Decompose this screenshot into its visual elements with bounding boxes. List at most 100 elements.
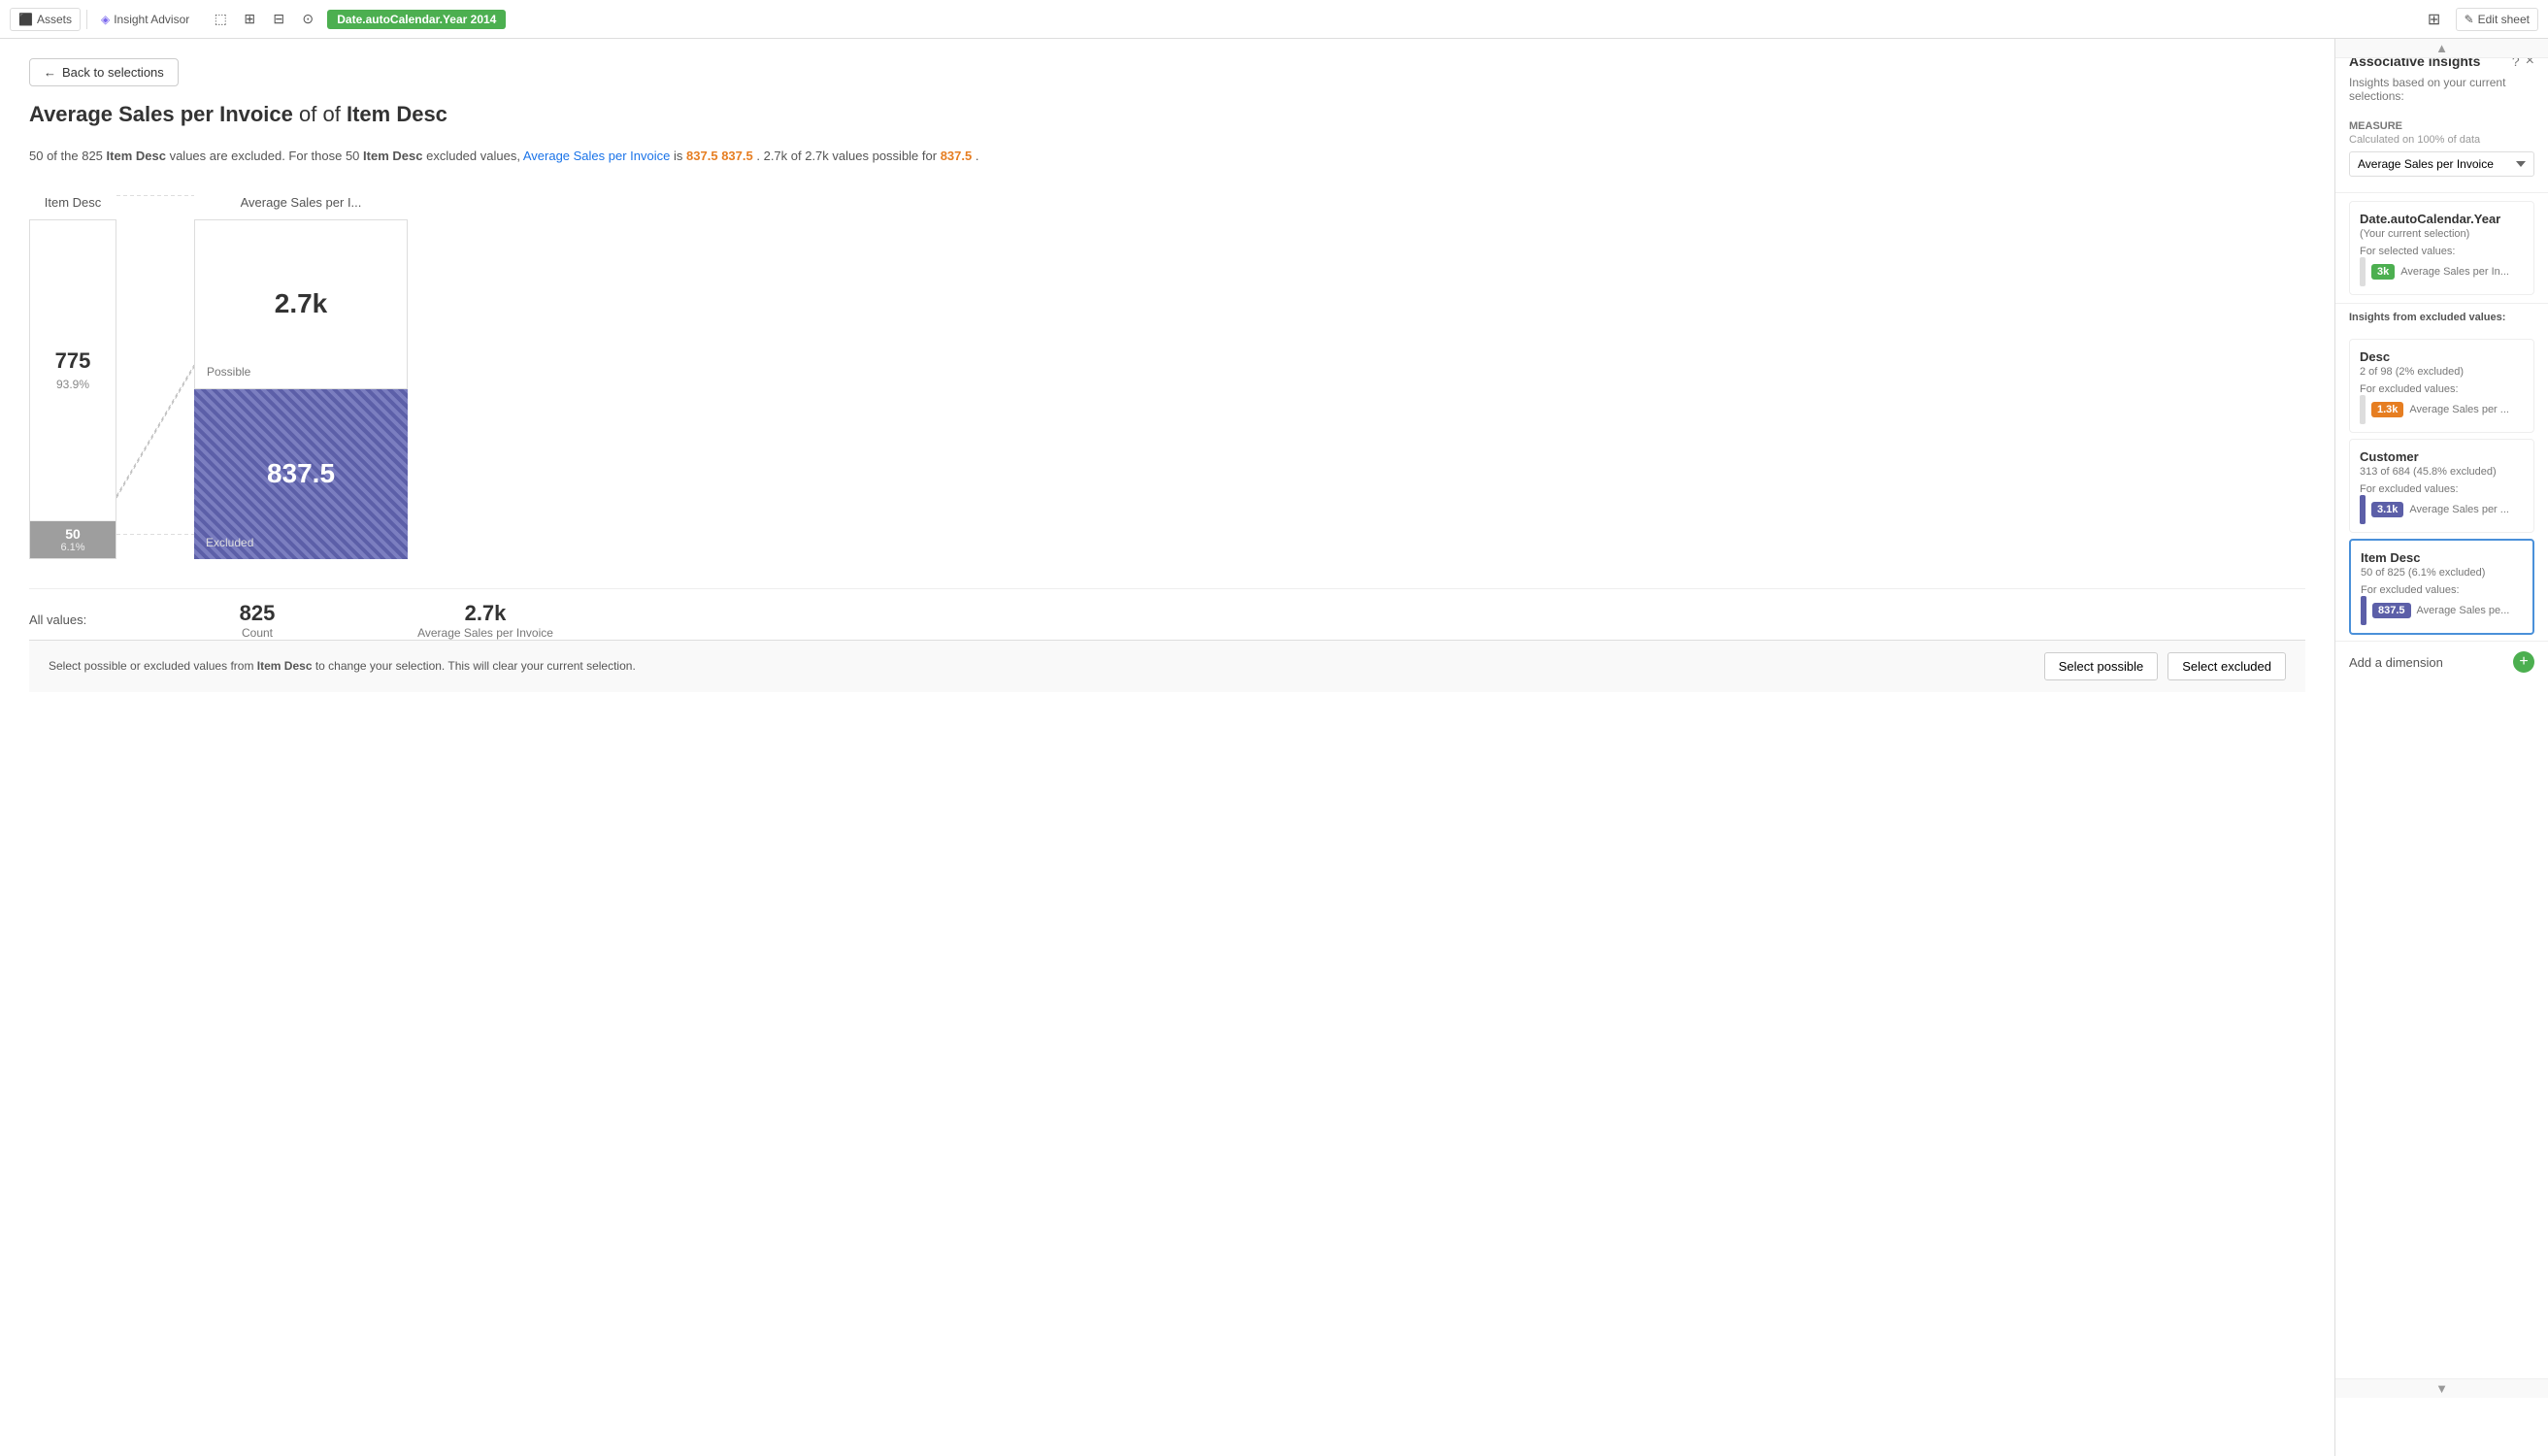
selection-card-title: Date.autoCalendar.Year [2360,212,2524,226]
focus-tool[interactable]: ⊙ [294,6,321,33]
bar-excluded-value: 50 [65,526,81,542]
edit-sheet-button[interactable]: ✎ Edit sheet [2456,8,2538,31]
measure-section: Measure Calculated on 100% of data Avera… [2335,113,2548,184]
desc-prefix: 50 of the 825 [29,149,103,163]
customer-card-for: For excluded values: [2360,483,2524,495]
item-desc-bar-mini [2361,596,2366,625]
possible-box: 2.7k Possible [194,219,408,389]
excluded-box-value: 837.5 [267,458,335,489]
desc-card-title: Desc [2360,349,2524,364]
excluded-box: 837.5 Excluded [194,389,408,559]
desc-value1: 837.5 [686,149,718,163]
select-possible-button[interactable]: Select possible [2044,652,2158,680]
all-values-count-value: 825 [240,601,276,626]
all-values-avg-value: 2.7k [465,601,507,626]
value-boxes-column: Average Sales per I... 2.7k Possible 837… [194,195,408,559]
bottom-text-prefix: Select possible or excluded values from [49,659,253,673]
excluded-label: Insights from excluded values: [2349,312,2534,323]
main-layout: ← Back to selections Average Sales per I… [0,39,2548,1456]
title-part1: Average Sales per Invoice [29,102,293,126]
all-values-avg: 2.7k Average Sales per Invoice [379,601,592,640]
customer-bar-mini [2360,495,2366,524]
insight-description: 50 of the 825 Item Desc values are exclu… [29,147,2305,166]
selection-card-for: For selected values: [2360,246,2524,257]
main-content: ← Back to selections Average Sales per I… [0,39,2334,1456]
add-dimension-button[interactable]: + [2513,651,2534,673]
insight-card-customer[interactable]: Customer 313 of 684 (45.8% excluded) For… [2349,439,2534,533]
desc-badge-row: 1.3k Average Sales per ... [2360,395,2524,424]
assets-tab[interactable]: ⬛ Assets [10,8,81,31]
desc-bar-mini [2360,395,2366,424]
assets-icon: ⬛ [18,13,33,26]
grid-view-icon[interactable]: ⊞ [2421,6,2448,33]
item-desc-card-title: Item Desc [2361,550,2523,565]
bottom-bar: Select possible or excluded values from … [29,640,2305,692]
measure-label: Measure [2349,120,2534,132]
select-tool[interactable]: ⬚ [207,6,234,33]
sidebar-scroll-up[interactable]: ▲ [2335,39,2548,58]
all-values-count: 825 Count [214,601,301,640]
insight-advisor-tab[interactable]: ◈ Insight Advisor [93,9,197,30]
possible-box-label: Possible [207,365,250,379]
back-arrow-icon: ← [44,65,56,80]
item-desc-card-sub: 50 of 825 (6.1% excluded) [2361,567,2523,579]
measure-select[interactable]: Average Sales per Invoice [2349,151,2534,177]
insight-card-desc[interactable]: Desc 2 of 98 (2% excluded) For excluded … [2349,339,2534,433]
excluded-section: Insights from excluded values: [2335,312,2548,333]
topbar: ⬛ Assets ◈ Insight Advisor ⬚ ⊞ ⊟ ⊙ Date.… [0,0,2548,39]
desc-field1: Item Desc [107,149,166,163]
toolbar-tools: ⬚ ⊞ ⊟ ⊙ [207,6,321,33]
back-to-selections-button[interactable]: ← Back to selections [29,58,179,86]
selection-chip[interactable]: Date.autoCalendar.Year 2014 [327,10,506,29]
insight-card-item-desc[interactable]: Item Desc 50 of 825 (6.1% excluded) For … [2349,539,2534,635]
assets-label: Assets [37,13,72,26]
customer-badge-label: Average Sales per ... [2409,504,2509,515]
calculated-label: Calculated on 100% of data [2349,134,2534,146]
item-desc-badge-row: 837.5 Average Sales pe... [2361,596,2523,625]
connector-svg [116,195,194,535]
sidebar-divider-2 [2335,303,2548,304]
customer-card-title: Customer [2360,449,2524,464]
topbar-divider [86,10,87,29]
desc-value1-span: 837.5 [721,149,753,163]
bar-possible-pct: 93.9% [56,378,89,391]
title-of: of [299,102,316,126]
selection-badge-value: 3k [2371,264,2395,280]
desc-value2-span: 837.5 [941,149,973,163]
insight-title: Average Sales per Invoice of of Item Des… [29,102,2305,127]
desc-mid4: . 2.7k of 2.7k values possible for [756,149,937,163]
pan-tool[interactable]: ⊟ [265,6,292,33]
sidebar-scroll-down[interactable]: ▼ [2335,1378,2548,1398]
bottom-text-field: Item Desc [257,659,313,673]
current-selection-card[interactable]: Date.autoCalendar.Year (Your current sel… [2349,201,2534,295]
sidebar: ▲ Associative insights ? × Insights base… [2334,39,2548,1456]
value-label: Average Sales per I... [241,195,362,210]
add-dimension-label: Add a dimension [2349,655,2443,670]
excluded-box-label: Excluded [206,536,253,549]
insight-icon: ◈ [101,13,110,26]
back-button-label: Back to selections [62,65,164,80]
select-excluded-button[interactable]: Select excluded [2167,652,2286,680]
selection-badge-row: 3k Average Sales per In... [2360,257,2524,286]
zoom-tool[interactable]: ⊞ [236,6,263,33]
bar-possible: 775 93.9% [30,220,116,521]
bar-excluded: 50 6.1% [30,521,116,558]
possible-box-value: 2.7k [275,288,328,319]
desc-link[interactable]: Average Sales per Invoice [523,149,671,163]
desc-mid3: is [674,149,682,163]
bar-possible-value: 775 [55,348,91,374]
bar-chart: 775 93.9% 50 6.1% [29,219,116,559]
all-values-avg-label: Average Sales per Invoice [417,626,553,640]
item-desc-card-for: For excluded values: [2361,584,2523,596]
connector-area [116,195,194,535]
desc-suffix: . [976,149,979,163]
sidebar-subtitle: Insights based on your current selection… [2335,76,2548,113]
edit-icon: ✎ [2465,13,2474,26]
item-desc-badge-value: 837.5 [2372,603,2411,618]
selection-card-sub: (Your current selection) [2360,228,2524,240]
add-dimension-bar: Add a dimension + [2335,641,2548,682]
desc-field2: Item Desc [363,149,422,163]
all-values-label: All values: [29,612,214,627]
desc-mid2: excluded values, [426,149,520,163]
customer-badge-value: 3.1k [2371,502,2403,517]
